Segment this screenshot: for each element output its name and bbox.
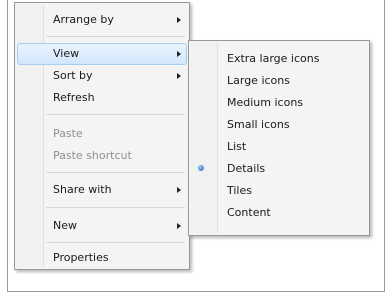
menu-separator <box>46 114 185 115</box>
menu-item-properties[interactable]: Properties <box>17 247 187 269</box>
submenu-item-extra-large-icons[interactable]: Extra large icons <box>191 48 367 70</box>
menu-separator <box>46 242 185 243</box>
menu-item-label: Small icons <box>227 118 290 131</box>
menu-item-label: Sort by <box>53 69 93 82</box>
menu-item-label: Content <box>227 206 271 219</box>
submenu-item-details[interactable]: Details <box>191 158 367 180</box>
menu-item-label: Large icons <box>227 74 290 87</box>
radio-selected-icon <box>198 165 204 171</box>
submenu-arrow-icon <box>177 73 181 79</box>
menu-item-share-with[interactable]: Share with <box>17 179 187 201</box>
menu-item-new[interactable]: New <box>17 215 187 237</box>
menu-item-paste[interactable]: Paste <box>17 123 187 145</box>
submenu-arrow-icon <box>177 17 181 23</box>
submenu-arrow-icon <box>177 51 181 57</box>
submenu-item-medium-icons[interactable]: Medium icons <box>191 92 367 114</box>
menu-separator <box>46 207 185 208</box>
menu-item-label: Details <box>227 162 266 175</box>
menu-item-label: Extra large icons <box>227 52 320 65</box>
menu-item-label: New <box>53 219 77 232</box>
submenu-arrow-icon <box>177 187 181 193</box>
menu-item-label: View <box>53 47 80 60</box>
menu-item-label: List <box>227 140 247 153</box>
menu-item-sort-by[interactable]: Sort by <box>17 65 187 87</box>
menu-item-label: Paste shortcut <box>53 149 132 162</box>
submenu-arrow-icon <box>177 223 181 229</box>
submenu-item-list[interactable]: List <box>191 136 367 158</box>
menu-item-label: Properties <box>53 251 109 264</box>
menu-item-label: Refresh <box>53 91 95 104</box>
menu-item-view[interactable]: View <box>17 43 187 65</box>
menu-item-paste-shortcut[interactable]: Paste shortcut <box>17 145 187 167</box>
menu-item-label: Share with <box>53 183 112 196</box>
menu-item-label: Paste <box>53 127 83 140</box>
view-submenu: Extra large icons Large icons Medium ico… <box>188 40 370 236</box>
submenu-item-small-icons[interactable]: Small icons <box>191 114 367 136</box>
menu-separator <box>46 172 185 173</box>
menu-separator <box>46 36 185 37</box>
context-menu: Arrange by View Sort by Refresh Paste Pa… <box>14 2 190 270</box>
menu-item-arrange-by[interactable]: Arrange by <box>17 9 187 31</box>
submenu-item-tiles[interactable]: Tiles <box>191 180 367 202</box>
submenu-item-content[interactable]: Content <box>191 202 367 224</box>
submenu-item-large-icons[interactable]: Large icons <box>191 70 367 92</box>
menu-item-label: Arrange by <box>53 13 114 26</box>
menu-item-refresh[interactable]: Refresh <box>17 87 187 109</box>
menu-item-label: Medium icons <box>227 96 304 109</box>
menu-item-label: Tiles <box>227 184 252 197</box>
